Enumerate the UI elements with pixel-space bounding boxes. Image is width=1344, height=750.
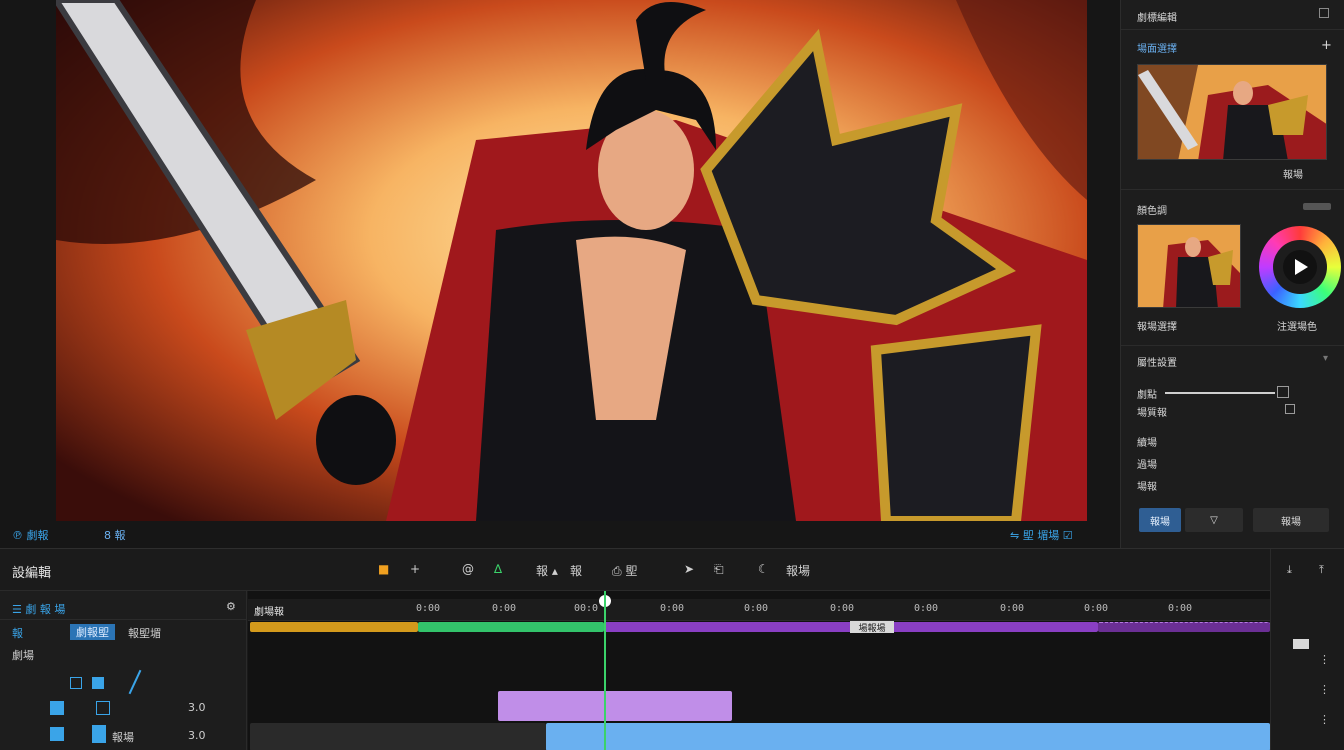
viewer-status-controls[interactable]: ⇋ 堲 堳場 ☑ <box>1010 527 1073 543</box>
ruler-tick: 0:00 <box>492 603 517 614</box>
clip-orange[interactable] <box>250 622 418 632</box>
track-name: 劇場 <box>12 649 34 662</box>
ruler-tick: 0:00 <box>830 603 855 614</box>
track-header-tabs[interactable]: ☰ 劇 報 場 <box>12 601 65 617</box>
timeline-marker[interactable]: 場報場 <box>850 621 894 634</box>
timeline-toolbar: 設編輯 ■ + @ ∆ 報 ▴ 報 ⎙ 堲 ➤ ⎗ ☾ 報場 <box>0 549 1270 591</box>
ruler-tick: 0:00 <box>1168 603 1193 614</box>
timeline-side-panel: ⤓ ⤒ ⋮ ⋮ ⋮ <box>1270 549 1344 750</box>
inspector-panel: 劇標編輯 場面選擇 + 報場 顏色調 報場選擇 注選場色 屬性設置 ▾ 劇點 場… <box>1120 0 1344 548</box>
tool-split[interactable]: 報 ▴ <box>536 562 558 579</box>
ruler-tick: 00:0 <box>574 603 599 614</box>
source-section: 場面選擇 + 報場 <box>1121 30 1344 190</box>
viewer-status-bar: ℗ 劇報 8 報 ⇋ 堲 堳場 ☑ <box>0 522 1120 548</box>
side-tool-icon-1[interactable]: ⤓ <box>1287 563 1292 577</box>
preview-image[interactable] <box>56 0 1087 521</box>
ruler-tick: 0:00 <box>1084 603 1109 614</box>
tool-snap[interactable]: ∆ <box>494 562 502 576</box>
tool-crop[interactable]: 報 <box>570 562 582 579</box>
color-wheel[interactable] <box>1259 226 1341 308</box>
property-row-5-label: 場報 <box>1137 482 1157 493</box>
clip-purple-tail[interactable] <box>1098 622 1270 632</box>
track-effect-icon-2[interactable] <box>96 701 110 715</box>
ruler-tick: 0:00 <box>914 603 939 614</box>
tool-select[interactable]: ■ <box>378 562 389 576</box>
clip-audio-violet[interactable] <box>498 691 732 721</box>
property-row-1-slider[interactable] <box>1165 392 1275 394</box>
reset-button[interactable]: 報場 <box>1253 508 1329 532</box>
color-section: 顏色調 報場選擇 注選場色 <box>1121 190 1344 346</box>
inspector-title: 劇標編輯 <box>1137 13 1177 24</box>
panel-menu-icon[interactable] <box>1319 8 1329 18</box>
property-row-2-label: 場質報 <box>1137 408 1167 419</box>
track-effect-icon-4[interactable] <box>92 725 106 743</box>
source-thumbnail[interactable] <box>1137 64 1327 160</box>
track-label: 劇場報 <box>254 607 284 618</box>
track-effect-icon-3[interactable] <box>50 727 64 741</box>
source-label: 場面選擇 <box>1137 44 1177 55</box>
track-curve-icon[interactable] <box>128 669 142 695</box>
play-button[interactable] <box>1283 250 1317 284</box>
tool-link[interactable]: @ <box>462 562 474 576</box>
track-value-1[interactable]: 3.0 <box>188 701 206 714</box>
tool-add[interactable]: + <box>410 562 420 576</box>
viewer-status-label: ℗ 劇報 <box>12 529 49 542</box>
ruler-tick: 0:00 <box>1000 603 1025 614</box>
playhead[interactable] <box>604 591 606 750</box>
side-tool-icon-2[interactable]: ⤒ <box>1319 563 1324 577</box>
property-row-3-label: 續場 <box>1137 438 1157 449</box>
ruler-tick: 0:00 <box>660 603 685 614</box>
property-row-4-label: 過場 <box>1137 460 1157 471</box>
property-row-1-label: 劇點 <box>1137 390 1157 401</box>
tool-export[interactable]: 報場 <box>786 562 810 579</box>
zoom-handle[interactable] <box>1293 639 1309 649</box>
ruler-tick: 0:00 <box>416 603 441 614</box>
settings-icon[interactable]: ⚙ <box>226 600 236 613</box>
timeline-title: 設編輯 <box>12 566 52 581</box>
timeline-panel: 設編輯 ■ + @ ∆ 報 ▴ 報 ⎙ 堲 ➤ ⎗ ☾ 報場 ☰ 劇 報 場 ⚙… <box>0 548 1344 750</box>
play-icon <box>1295 259 1308 275</box>
track-row-5-label: 報場 <box>112 731 134 744</box>
inspector-header: 劇標編輯 <box>1121 0 1344 30</box>
apply-button[interactable]: 報場 <box>1139 508 1181 532</box>
tool-mask[interactable]: ⎙ 堲 <box>612 562 637 579</box>
flag-button[interactable]: ▽ <box>1185 508 1243 532</box>
header-tab-2[interactable]: 劇報堲 <box>70 624 115 640</box>
color-wheel-caption: 注選場色 <box>1277 322 1317 333</box>
header-tab-1[interactable]: 報 <box>12 625 23 641</box>
color-thumbnail[interactable] <box>1137 224 1241 308</box>
color-thumb-caption: 報場選擇 <box>1137 322 1177 333</box>
more-icon[interactable]: ⋮ <box>1319 713 1330 726</box>
track-area[interactable]: 劇場報 0:00 0:00 00:0 0:00 0:00 0:00 0:00 0… <box>248 591 1270 750</box>
clip-green[interactable] <box>418 622 604 632</box>
source-thumb-caption: 報場 <box>1283 170 1303 181</box>
property-row-1-value[interactable] <box>1277 386 1289 398</box>
track-effect-icon-1[interactable] <box>50 701 64 715</box>
ruler-tick: 0:00 <box>744 603 769 614</box>
track-headers: ☰ 劇 報 場 ⚙ 報 劇報堲 報堲堳 劇場 3.0 報場 3.0 <box>0 591 247 750</box>
clip-blue[interactable] <box>546 723 1270 750</box>
tool-audio[interactable]: ☾ <box>758 562 769 576</box>
viewer-status-badge[interactable]: 8 報 <box>104 527 126 543</box>
zoom-out-icon[interactable]: ⋮ <box>1319 683 1330 696</box>
viewer-panel: ℗ 劇報 8 報 ⇋ 堲 堳場 ☑ <box>0 0 1120 548</box>
clip-gray[interactable] <box>250 723 546 750</box>
color-label: 顏色調 <box>1137 206 1167 217</box>
tool-arrow[interactable]: ➤ <box>684 562 694 576</box>
properties-section: 屬性設置 ▾ 劇點 場質報 續場 過場 場報 報場 ▽ 報場 <box>1121 346 1344 548</box>
track-lock-icon[interactable] <box>70 677 82 689</box>
track-value-2[interactable]: 3.0 <box>188 729 206 742</box>
filter-icon[interactable]: ▾ <box>1323 353 1328 364</box>
zoom-in-icon[interactable]: ⋮ <box>1319 653 1330 666</box>
color-toggle[interactable] <box>1303 203 1331 210</box>
properties-label: 屬性設置 <box>1137 358 1177 369</box>
property-row-2-toggle[interactable] <box>1285 404 1295 414</box>
header-tab-3[interactable]: 報堲堳 <box>128 625 161 641</box>
add-source-button[interactable]: + <box>1321 38 1332 53</box>
tool-keyframe[interactable]: ⎗ <box>714 562 724 577</box>
track-visibility-icon[interactable] <box>92 677 104 689</box>
timeline-ruler[interactable]: 劇場報 0:00 0:00 00:0 0:00 0:00 0:00 0:00 0… <box>248 599 1270 621</box>
